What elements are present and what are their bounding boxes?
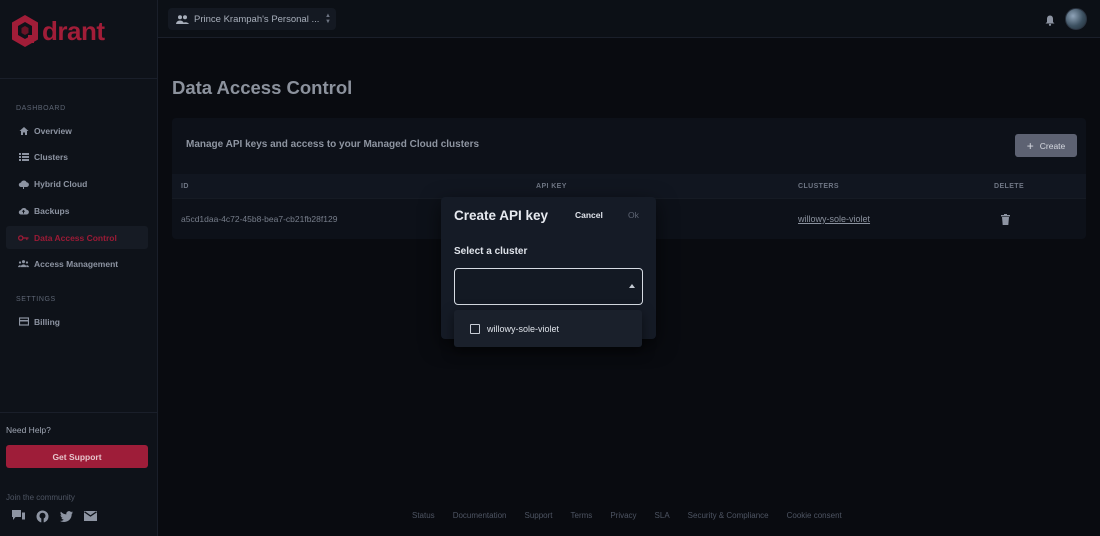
- table-header: ID API KEY CLUSTERS DELETE: [172, 174, 1086, 198]
- create-button[interactable]: + Create: [1015, 134, 1077, 157]
- cloud-upload-icon: [18, 205, 29, 216]
- list-icon: [18, 151, 29, 162]
- sidebar-item-data-access-control[interactable]: Data Access Control: [6, 226, 148, 249]
- email-icon[interactable]: [83, 509, 97, 523]
- social-links: [11, 509, 97, 523]
- trash-icon[interactable]: [1001, 212, 1010, 230]
- sidebar-divider: [0, 78, 158, 79]
- section-label-dashboard: DASHBOARD: [16, 105, 66, 112]
- chevron-updown-icon: ▲ ▼: [325, 13, 331, 25]
- column-header-clusters: CLUSTERS: [798, 183, 839, 190]
- sidebar-item-clusters[interactable]: Clusters: [6, 145, 148, 168]
- workspace-selector[interactable]: Prince Krampah's Personal ... ▲ ▼: [168, 8, 336, 30]
- sidebar-item-backups[interactable]: Backups: [6, 199, 148, 222]
- forum-icon[interactable]: [11, 509, 25, 523]
- column-header-api-key: API KEY: [536, 183, 567, 190]
- footer: Status Documentation Support Terms Priva…: [412, 511, 860, 520]
- sidebar-item-billing[interactable]: Billing: [6, 310, 148, 333]
- sidebar-item-overview[interactable]: Overview: [6, 119, 148, 142]
- option-checkbox[interactable]: [470, 323, 480, 334]
- option-label: willowy-sole-violet: [487, 323, 560, 334]
- modal-title: Create API key: [454, 208, 549, 223]
- sidebar-item-label: Billing: [34, 316, 60, 327]
- bell-icon[interactable]: [1045, 13, 1055, 31]
- sidebar-item-label: Hybrid Cloud: [34, 178, 88, 189]
- ok-button[interactable]: Ok: [628, 210, 639, 220]
- column-header-delete: DELETE: [994, 183, 1025, 190]
- sidebar: drant DASHBOARD Overview Clusters Hybrid…: [0, 0, 158, 536]
- sidebar-item-label: Overview: [34, 125, 72, 136]
- github-icon[interactable]: [35, 509, 49, 523]
- sidebar-item-label: Clusters: [34, 151, 69, 162]
- sidebar-divider: [0, 412, 158, 413]
- need-help-label: Need Help?: [6, 425, 51, 435]
- cloud-icon: [18, 178, 29, 189]
- sidebar-item-label: Data Access Control: [34, 232, 117, 243]
- footer-link-sla[interactable]: SLA: [655, 511, 670, 520]
- people-icon: [18, 258, 29, 269]
- workspace-name: Prince Krampah's Personal ...: [194, 13, 320, 25]
- section-label-settings: SETTINGS: [16, 296, 56, 303]
- get-support-button[interactable]: Get Support: [6, 445, 148, 468]
- sidebar-item-label: Backups: [34, 205, 70, 216]
- home-icon: [18, 125, 29, 136]
- sidebar-item-access-management[interactable]: Access Management: [6, 252, 148, 275]
- cluster-option[interactable]: willowy-sole-violet: [454, 310, 642, 347]
- key-icon: [18, 232, 29, 243]
- footer-link-status[interactable]: Status: [412, 511, 435, 520]
- logo[interactable]: drant: [10, 14, 105, 48]
- footer-link-support[interactable]: Support: [525, 511, 553, 520]
- billing-icon: [18, 316, 29, 327]
- topbar: Prince Krampah's Personal ... ▲ ▼: [158, 0, 1100, 38]
- caret-up-icon: [629, 284, 635, 288]
- footer-link-documentation[interactable]: Documentation: [453, 511, 507, 520]
- people-icon: [176, 14, 189, 24]
- page-title: Data Access Control: [172, 77, 353, 98]
- avatar[interactable]: [1065, 8, 1087, 30]
- twitter-icon[interactable]: [59, 509, 73, 523]
- create-button-label: Create: [1039, 140, 1066, 151]
- footer-link-terms[interactable]: Terms: [571, 511, 593, 520]
- column-header-id: ID: [181, 183, 189, 190]
- cancel-button[interactable]: Cancel: [575, 210, 603, 220]
- select-cluster-label: Select a cluster: [454, 246, 528, 257]
- footer-link-cookie[interactable]: Cookie consent: [787, 511, 842, 520]
- qdrant-logo-icon: [12, 15, 38, 47]
- footer-link-security[interactable]: Security & Compliance: [688, 511, 769, 520]
- community-label: Join the community: [6, 493, 75, 502]
- card-header: Manage API keys and access to your Manag…: [186, 139, 480, 150]
- row-id: a5cd1daa-4c72-45b8-bea7-cb21fb28f129: [181, 214, 338, 224]
- sidebar-item-hybrid-cloud[interactable]: Hybrid Cloud: [6, 172, 148, 195]
- cluster-select[interactable]: [454, 268, 643, 305]
- plus-icon: +: [1026, 138, 1034, 153]
- footer-link-privacy[interactable]: Privacy: [610, 511, 636, 520]
- sidebar-item-label: Access Management: [34, 258, 119, 269]
- logo-text: drant: [42, 15, 105, 46]
- row-cluster-link[interactable]: willowy-sole-violet: [798, 214, 870, 224]
